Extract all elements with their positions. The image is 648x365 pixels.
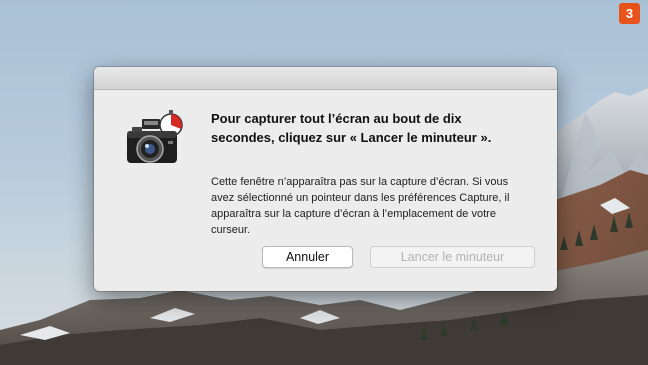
dialog-heading: Pour capturer tout l’écran au bout de di… xyxy=(211,111,492,145)
step-number-badge: 3 xyxy=(619,3,640,24)
dialog-titlebar[interactable] xyxy=(94,67,557,90)
dialog-message: Cette fenêtre n’apparaîtra pas sur la ca… xyxy=(211,176,510,236)
screenshot-timer-dialog: Pour capturer tout l’écran au bout de di… xyxy=(94,67,557,291)
camera-timer-icon xyxy=(124,105,186,171)
start-timer-button[interactable]: Lancer le minuteur xyxy=(370,246,535,268)
cancel-button[interactable]: Annuler xyxy=(262,246,353,268)
